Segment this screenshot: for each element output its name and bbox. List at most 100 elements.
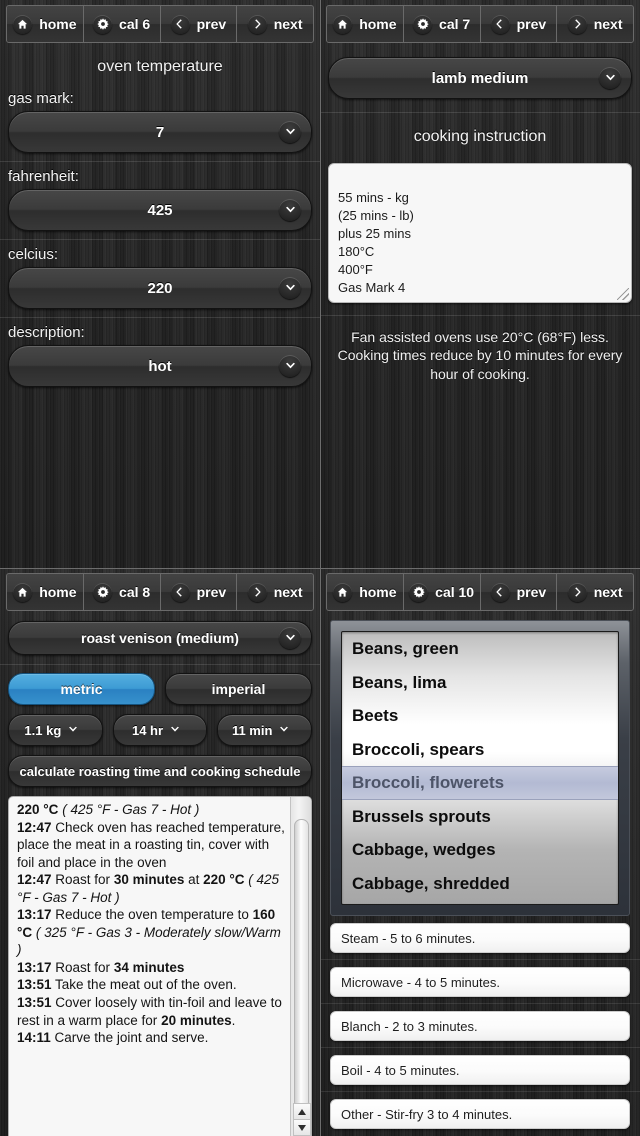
navbar-top-left: home cal 6 prev next <box>6 5 314 43</box>
select-hours[interactable]: 14 hr <box>112 714 208 746</box>
select-minutes[interactable]: 11 min <box>217 714 313 746</box>
chevron-down-icon <box>279 121 301 143</box>
scroll-down-button[interactable] <box>293 1119 311 1136</box>
divider <box>320 1003 640 1004</box>
nav-home-label: home <box>359 16 397 32</box>
nav-prev-label: prev <box>516 584 547 600</box>
select-description[interactable]: hot <box>8 345 312 387</box>
list-item[interactable]: Brussels sprouts <box>342 800 618 834</box>
select-roast-dish[interactable]: roast venison (medium) <box>8 621 312 655</box>
chevron-down-icon <box>279 721 297 739</box>
cooking-instruction-text: 55 mins - kg (25 mins - lb) plus 25 mins… <box>338 189 414 295</box>
cooking-instruction-textarea[interactable]: 55 mins - kg (25 mins - lb) plus 25 mins… <box>328 163 632 303</box>
vegetable-listbox-container: Beans, green Beans, lima Beets Broccoli, sp… <box>330 620 630 916</box>
divider <box>320 959 640 960</box>
nav-next-button[interactable]: next <box>237 6 313 42</box>
list-item[interactable]: Beans, green <box>342 632 618 666</box>
section-title-cooking-instruction: cooking instruction <box>413 128 547 145</box>
select-dish[interactable]: lamb medium <box>328 57 632 99</box>
scroll-up-button[interactable] <box>293 1103 311 1120</box>
nav-prev-label: prev <box>196 16 227 32</box>
select-celcius[interactable]: 220 <box>8 267 312 309</box>
nav-home-label: home <box>359 584 397 600</box>
label-gas-mark: gas mark: <box>8 90 74 107</box>
divider <box>320 1091 640 1092</box>
select-description-value: hot <box>148 357 172 375</box>
select-gas-mark[interactable]: 7 <box>8 111 312 153</box>
resize-grip-icon[interactable] <box>617 288 629 300</box>
nav-cal-label: cal 6 <box>119 16 151 32</box>
nav-cal-button[interactable]: cal 7 <box>403 6 481 42</box>
list-item[interactable]: Beans, lima <box>342 666 618 700</box>
nav-next-button[interactable]: next <box>557 574 633 610</box>
select-gas-mark-value: 7 <box>155 123 165 141</box>
nav-prev-button[interactable]: prev <box>480 574 558 610</box>
schedule-textarea[interactable]: 220 °C ( 425 °F - Gas 7 - Hot ) 12:47 Che… <box>8 796 312 1136</box>
nav-next-label: next <box>593 584 623 600</box>
list-item[interactable]: Carrots, whole <box>342 900 618 904</box>
select-weight[interactable]: 1.1 kg <box>8 714 103 746</box>
nav-cal-button[interactable]: cal 8 <box>83 574 161 610</box>
label-fahrenheit: fahrenheit: <box>8 168 79 185</box>
list-item[interactable]: Cabbage, wedges <box>342 833 618 867</box>
chevron-right-icon <box>567 582 587 602</box>
label-description: description: <box>8 324 85 341</box>
nav-cal-button[interactable]: cal 10 <box>403 574 481 610</box>
nav-next-button[interactable]: next <box>237 574 313 610</box>
nav-cal-label: cal 7 <box>439 16 471 32</box>
gear-icon <box>409 582 429 602</box>
pane-cooking-instruction: home cal 7 prev next lamb medium cooking… <box>320 0 640 568</box>
nav-home-button[interactable]: home <box>327 6 404 42</box>
nav-prev-label: prev <box>516 16 547 32</box>
select-weight-value: 1.1 kg <box>24 722 62 738</box>
select-minutes-value: 11 min <box>231 722 273 738</box>
select-hours-value: 14 hr <box>131 722 164 738</box>
page-title: oven temperature <box>97 58 223 75</box>
cooking-method-row[interactable]: Blanch - 2 to 3 minutes. <box>330 1011 630 1041</box>
chevron-down-icon <box>279 627 301 649</box>
pane-roasting-schedule: home cal 8 prev next roast venison (medi… <box>0 568 320 1136</box>
gear-icon <box>93 582 113 602</box>
chevron-right-icon <box>247 14 267 34</box>
cooking-method-row[interactable]: Microwave - 4 to 5 minutes. <box>330 967 630 997</box>
nav-prev-button[interactable]: prev <box>480 6 558 42</box>
list-item[interactable]: Broccoli, flowerets <box>342 766 618 800</box>
select-fahrenheit[interactable]: 425 <box>8 189 312 231</box>
chevron-left-icon <box>170 582 190 602</box>
chevron-down-icon <box>68 721 86 739</box>
nav-home-button[interactable]: home <box>7 6 84 42</box>
nav-next-button[interactable]: next <box>557 6 633 42</box>
label-celcius: celcius: <box>8 246 59 263</box>
calculate-button[interactable]: calculate roasting time and cooking sche… <box>8 755 312 787</box>
home-icon <box>13 582 33 602</box>
chevron-down-icon <box>599 67 621 89</box>
divider <box>320 1047 640 1048</box>
chevron-down-icon <box>279 355 301 377</box>
nav-prev-button[interactable]: prev <box>160 6 238 42</box>
vegetable-listbox[interactable]: Beans, green Beans, lima Beets Broccoli, sp… <box>341 631 619 905</box>
nav-next-label: next <box>273 584 303 600</box>
chevron-left-icon <box>490 582 510 602</box>
pane-vegetable-cooking: home cal 10 prev next Beans, green Beans… <box>320 568 640 1136</box>
toggle-imperial[interactable]: imperial <box>165 673 312 705</box>
scrollbar-thumb[interactable] <box>294 819 309 1109</box>
cooking-method-row[interactable]: Boil - 4 to 5 minutes. <box>330 1055 630 1085</box>
select-celcius-value: 220 <box>147 279 173 297</box>
navbar-top-right: home cal 7 prev next <box>326 5 634 43</box>
scrollbar-vertical[interactable] <box>290 797 311 1136</box>
list-item[interactable]: Beets <box>342 699 618 733</box>
list-item[interactable]: Broccoli, spears <box>342 733 618 767</box>
nav-cal-button[interactable]: cal 6 <box>83 6 161 42</box>
nav-prev-button[interactable]: prev <box>160 574 238 610</box>
nav-prev-label: prev <box>196 584 227 600</box>
nav-home-button[interactable]: home <box>327 574 404 610</box>
cooking-method-row[interactable]: Steam - 5 to 6 minutes. <box>330 923 630 953</box>
cooking-method-row[interactable]: Other - Stir-fry 3 to 4 minutes. <box>330 1099 630 1129</box>
select-dish-value: lamb medium <box>431 69 529 87</box>
toggle-metric[interactable]: metric <box>8 673 155 705</box>
chevron-down-icon <box>170 721 188 739</box>
list-item[interactable]: Cabbage, shredded <box>342 867 618 901</box>
nav-home-button[interactable]: home <box>7 574 84 610</box>
chevron-down-icon <box>279 199 301 221</box>
pane-oven-temperature: home cal 6 prev next oven temperature ga… <box>0 0 320 568</box>
